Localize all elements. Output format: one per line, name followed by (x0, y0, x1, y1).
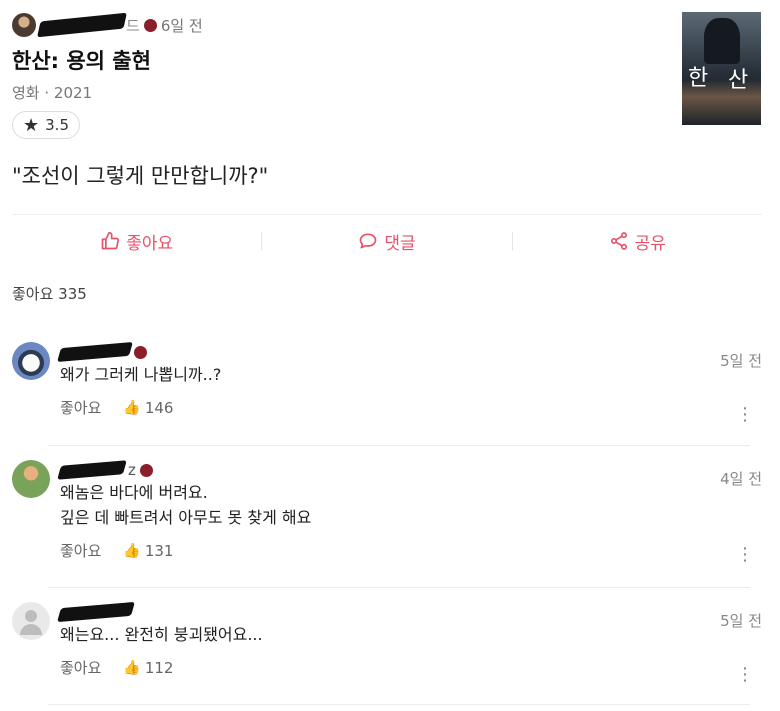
movie-title[interactable]: 한산: 용의 출현 (12, 45, 672, 75)
movie-meta: 영화 · 2021 (12, 84, 93, 102)
redacted-commenter-name (57, 601, 135, 623)
redacted-commenter-name (57, 460, 127, 480)
default-user-icon (25, 610, 37, 622)
comment-divider (48, 704, 750, 705)
more-options-icon[interactable]: ⋮ (736, 546, 754, 564)
commenter-avatar[interactable] (12, 460, 50, 498)
comment-item: 왜는요... 완전히 붕괴됐어요... 좋아요 👍 112 5일 전 ⋮ (12, 601, 762, 702)
rating-badge: ★ 3.5 (12, 111, 80, 139)
review-text: "조선이 그렇게 만만합니까?" (12, 164, 269, 188)
more-options-icon[interactable]: ⋮ (736, 406, 754, 424)
star-icon: ★ (23, 114, 40, 136)
commenter-name-row[interactable] (57, 341, 760, 363)
speech-bubble-icon (360, 233, 377, 249)
more-options-icon[interactable]: ⋮ (736, 666, 754, 684)
comment-like-count: 112 (144, 658, 174, 677)
action-bar: 좋아요 댓글 공유 (12, 222, 762, 260)
comment-button[interactable]: 댓글 (262, 229, 511, 254)
comment-text-line-1: 왜놈은 바다에 버려요. (60, 483, 208, 502)
thumbs-up-icon: 👍 (123, 542, 141, 559)
default-user-icon-body (20, 624, 42, 635)
redacted-author-name (37, 12, 127, 38)
comment-body: z 왜놈은 바다에 버려요. 깊은 데 빠트려서 아무도 못 찾게 해요 좋아요… (57, 460, 760, 561)
thumbs-up-icon: 👍 (123, 659, 141, 676)
like-count[interactable]: 좋아요 335 (12, 283, 87, 304)
commenter-badge-icon (139, 463, 153, 477)
comment-body: 왜가 그러케 나뽑니까..? 좋아요 👍 146 (57, 341, 760, 418)
comment-text: 왜는요... 완전히 붕괴됐어요... (60, 625, 263, 644)
comment-actions: 좋아요 👍 146 (60, 397, 760, 418)
comment-time: 5일 전 (720, 612, 762, 630)
comment-text: 왜가 그러케 나뽑니까..? (60, 365, 222, 384)
comment-divider (48, 587, 750, 588)
comment-actions: 좋아요 👍 131 (60, 540, 760, 561)
commenter-avatar[interactable] (12, 342, 50, 380)
comment-time: 4일 전 (720, 470, 762, 488)
post-author-name-tail: 드 (126, 16, 140, 35)
post-author-avatar[interactable] (12, 13, 36, 37)
comment-button-label: 댓글 (384, 233, 416, 254)
commenter-name-tail: z (128, 461, 136, 479)
comment-like-count: 131 (144, 541, 174, 560)
movie-poster[interactable]: 한 산 (682, 12, 761, 125)
rating-value: 3.5 (45, 116, 69, 134)
post-time: 6일 전 (160, 16, 203, 35)
commenter-badge-icon (134, 345, 147, 359)
poster-title-char-2: 산 (728, 68, 749, 93)
comment-text-line-2: 깊은 데 빠트려서 아무도 못 찾게 해요 (60, 508, 312, 527)
commenter-avatar[interactable] (12, 602, 50, 640)
thumbs-up-icon (101, 231, 120, 250)
comment-item: 왜가 그러케 나뽑니까..? 좋아요 👍 146 5일 전 ⋮ (12, 341, 762, 442)
commenter-name-row[interactable]: z (57, 460, 760, 480)
comment-like-count: 146 (144, 398, 174, 417)
poster-title-char-1: 한 (688, 66, 709, 91)
redacted-commenter-name (57, 341, 133, 363)
comment-body: 왜는요... 완전히 붕괴됐어요... 좋아요 👍 112 (57, 601, 760, 678)
comment-like-button[interactable]: 좋아요 (60, 657, 101, 678)
author-badge-icon (143, 18, 157, 32)
comment-actions: 좋아요 👍 112 (60, 657, 760, 678)
commenter-name-row[interactable] (57, 601, 760, 623)
comment-like-button[interactable]: 좋아요 (60, 397, 101, 418)
post-header: 드 6일 전 한산: 용의 출현 영화 · 2021 ★ 3.5 (12, 10, 672, 139)
comment-divider (48, 445, 750, 446)
share-button[interactable]: 공유 (513, 229, 762, 254)
like-button[interactable]: 좋아요 (12, 229, 261, 254)
comment-time: 5일 전 (720, 352, 762, 370)
thumbs-up-icon: 👍 (123, 399, 141, 416)
divider (12, 214, 762, 215)
comment-like-button[interactable]: 좋아요 (60, 540, 101, 561)
like-button-label: 좋아요 (126, 233, 174, 254)
post-author-row[interactable]: 드 6일 전 (12, 10, 672, 40)
comment-item: z 왜놈은 바다에 버려요. 깊은 데 빠트려서 아무도 못 찾게 해요 좋아요… (12, 460, 762, 580)
poster-figure (704, 18, 740, 64)
share-icon (610, 232, 627, 250)
share-button-label: 공유 (634, 233, 666, 254)
